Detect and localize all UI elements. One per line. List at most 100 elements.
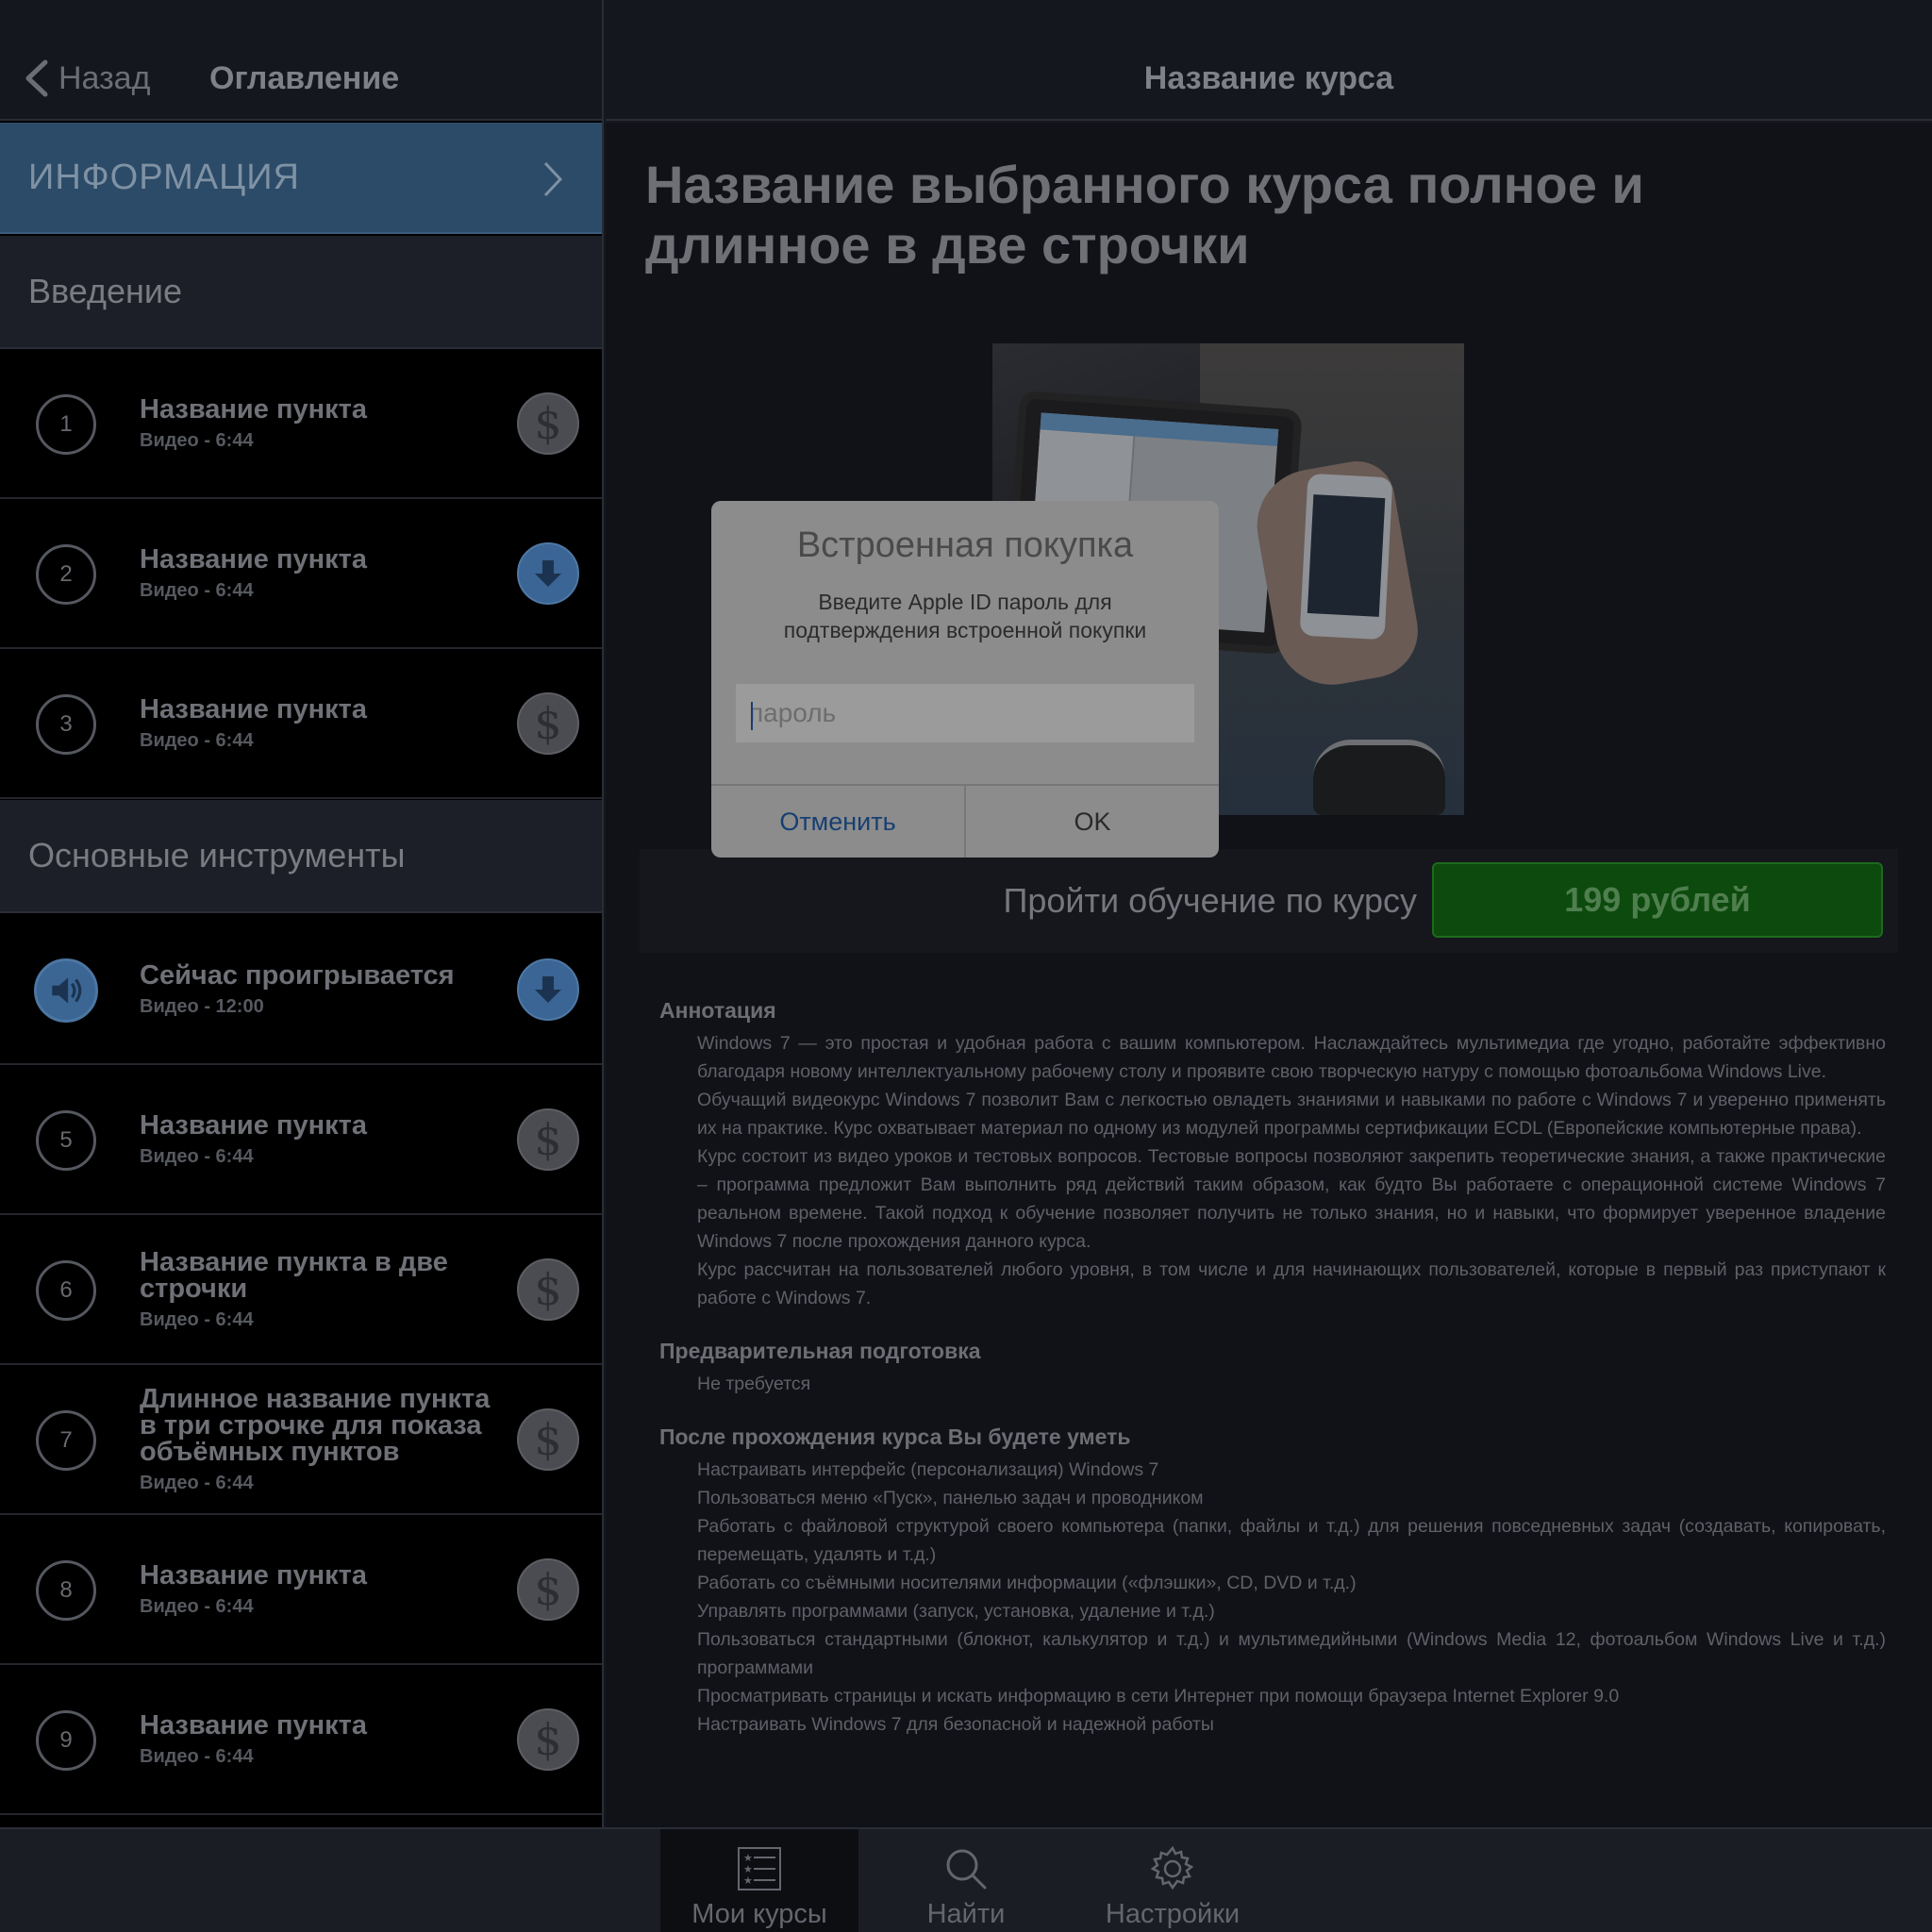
section-paragraph: Просматривать страницы и искать информац… — [697, 1686, 1620, 1707]
lesson-subtitle: Видео - 6:44 — [140, 580, 254, 601]
lesson-row[interactable]: Сейчас проигрывается Видео - 12:00 — [0, 915, 602, 1065]
section-paragraph: Пользоваться стандартными (блокнот, каль… — [697, 1629, 1886, 1678]
sidebar-header: Назад Оглавление — [0, 0, 602, 121]
lesson-title: Сейчас проигрывается — [140, 960, 455, 991]
lesson-number: 9 — [36, 1710, 96, 1771]
dialog-buttons: Отменить OK — [711, 784, 1219, 858]
section-paragraph: Управлять программами (запуск, установка… — [697, 1601, 1215, 1622]
section-paragraph: Работать с файловой структурой своего ко… — [697, 1516, 1886, 1565]
password-input[interactable] — [736, 684, 1194, 742]
dialog-title: Встроенная покупка — [796, 525, 1134, 565]
lesson-title: Название пункта — [140, 1710, 367, 1740]
download-button[interactable] — [517, 958, 579, 1021]
table-of-contents-sidebar: Назад Оглавление ИНФОРМАЦИЯ Введение Осн… — [0, 0, 604, 1827]
lesson-row[interactable]: 9 Название пункта Видео - 6:44 $ — [0, 1665, 602, 1815]
lesson-subtitle: Видео - 6:44 — [140, 1596, 254, 1617]
info-row[interactable]: ИНФОРМАЦИЯ — [0, 123, 602, 234]
lesson-row[interactable]: 3 Название пункта Видео - 6:44 $ — [0, 649, 602, 799]
buy-lesson-button[interactable]: $ — [517, 1708, 579, 1771]
lesson-text: Название пункта Видео - 6:44 — [140, 1665, 498, 1815]
dialog-message: Введите Apple ID пароль для подтверждени… — [783, 590, 1147, 642]
download-button[interactable] — [517, 542, 579, 605]
lesson-row[interactable]: 7 Длинное название пункта в три строчке д… — [0, 1365, 602, 1515]
tab-settings[interactable]: Настройки — [1074, 1829, 1272, 1932]
nav-title: Название курса — [1143, 60, 1394, 96]
section-header-intro: Введение — [0, 236, 602, 349]
lesson-number: 7 — [36, 1410, 96, 1471]
section-title: Введение — [28, 272, 183, 310]
buy-lesson-button[interactable]: $ — [517, 1108, 579, 1171]
download-icon — [535, 560, 561, 587]
lesson-text: Название пункта Видео - 6:44 — [140, 499, 498, 649]
dollar-icon: $ — [534, 1564, 562, 1615]
lesson-row[interactable]: 8 Название пункта Видео - 6:44 $ — [0, 1515, 602, 1665]
section-paragraph: Работать со съёмными носителями информац… — [697, 1573, 1357, 1593]
lesson-title: Название пункта — [140, 544, 367, 575]
lesson-subtitle: Видео - 6:44 — [140, 1473, 254, 1493]
course-detail: Название выбранного курса полное и длинн… — [606, 123, 1932, 1827]
lesson-subtitle: Видео - 6:44 — [140, 1146, 254, 1167]
buy-lesson-button[interactable]: $ — [517, 1558, 579, 1621]
buy-row: Пройти обучение по курсу 199 рублей — [640, 849, 1898, 953]
lesson-subtitle: Видео - 6:44 — [140, 730, 254, 751]
svg-text:★: ★ — [743, 1864, 753, 1875]
dollar-icon: $ — [534, 1714, 562, 1765]
lesson-title: Название пункта в две строчки — [140, 1247, 448, 1304]
lesson-number: 5 — [36, 1110, 96, 1171]
dollar-icon: $ — [534, 398, 562, 449]
lesson-text: Название пункта Видео - 6:44 — [140, 649, 498, 799]
buy-button[interactable]: 199 рублей — [1432, 862, 1883, 938]
buy-lesson-button[interactable]: $ — [517, 1258, 579, 1321]
lesson-subtitle: Видео - 6:44 — [140, 430, 254, 451]
course-description: Аннотация Windows 7 — это простая и удобн… — [659, 998, 1886, 1765]
lesson-title: Название пункта — [140, 1560, 367, 1591]
lesson-title: Название пункта — [140, 394, 367, 425]
dollar-icon: $ — [534, 1414, 562, 1465]
main-header: Название курса — [606, 0, 1932, 121]
course-title: Название выбранного курса полное и длинн… — [645, 155, 1644, 275]
lesson-title: Название пункта — [140, 694, 367, 724]
lesson-text: Название пункта Видео - 6:44 — [140, 349, 498, 499]
lesson-title: Длинное название пункта в три строчке дл… — [140, 1384, 491, 1467]
dollar-icon: $ — [534, 698, 562, 749]
gear-icon — [1150, 1845, 1194, 1890]
section-paragraph: Обучащий видеокурс Windows 7 позволит Ва… — [697, 1090, 1886, 1139]
tab-search[interactable]: Найти — [867, 1829, 1065, 1932]
lesson-text: Длинное название пункта в три строчке дл… — [140, 1365, 498, 1515]
buy-lesson-button[interactable]: $ — [517, 692, 579, 755]
buy-lesson-button[interactable]: $ — [517, 392, 579, 455]
section-title: После прохождения курса Вы будете уметь — [659, 1424, 1131, 1449]
section-title: Предварительная подготовка — [659, 1339, 981, 1363]
section-paragraph: Настраивать интерфейс (персонализация) W… — [697, 1459, 1159, 1480]
lesson-title: Название пункта — [140, 1110, 367, 1141]
lesson-subtitle: Видео - 12:00 — [140, 996, 264, 1017]
lesson-number: 6 — [36, 1260, 96, 1321]
lesson-subtitle: Видео - 6:44 — [140, 1746, 254, 1767]
lesson-row[interactable]: 5 Название пункта Видео - 6:44 $ — [0, 1065, 602, 1215]
search-icon — [946, 1849, 987, 1890]
lesson-number: 2 — [36, 544, 96, 605]
dollar-icon: $ — [534, 1264, 562, 1315]
lesson-subtitle: Видео - 6:44 — [140, 1309, 254, 1330]
buy-lesson-button[interactable]: $ — [517, 1408, 579, 1471]
lesson-row[interactable]: 2 Название пункта Видео - 6:44 — [0, 499, 602, 649]
tab-label: Мои курсы — [691, 1899, 827, 1929]
chevron-right-icon — [543, 161, 563, 197]
lesson-row[interactable]: 1 Название пункта Видео - 6:44 $ — [0, 349, 602, 499]
download-icon — [535, 976, 561, 1003]
description-section: После прохождения курса Вы будете уметь Н… — [659, 1424, 1886, 1739]
list-icon: ★ ★ ★ — [738, 1847, 781, 1890]
ok-button[interactable]: OK — [966, 786, 1219, 858]
section-paragraph: Настраивать Windows 7 для безопасной и н… — [697, 1714, 1214, 1735]
svg-text:★: ★ — [743, 1853, 753, 1864]
tab-my-courses[interactable]: ★ ★ ★ Мои курсы — [660, 1829, 858, 1932]
lesson-row[interactable]: 6 Название пункта в две строчки Видео - 6:… — [0, 1215, 602, 1365]
chevron-left-icon — [25, 59, 48, 97]
back-button[interactable]: Назад — [23, 55, 150, 102]
cancel-button[interactable]: Отменить — [711, 786, 966, 858]
buy-text: Пройти обучение по курсу — [1003, 881, 1417, 920]
text-caret — [751, 702, 753, 730]
lesson-text: Название пункта Видео - 6:44 — [140, 1065, 498, 1215]
purchase-dialog: Встроенная покупка Введите Apple ID паро… — [711, 501, 1219, 858]
lesson-text: Сейчас проигрывается Видео - 12:00 — [140, 915, 498, 1065]
